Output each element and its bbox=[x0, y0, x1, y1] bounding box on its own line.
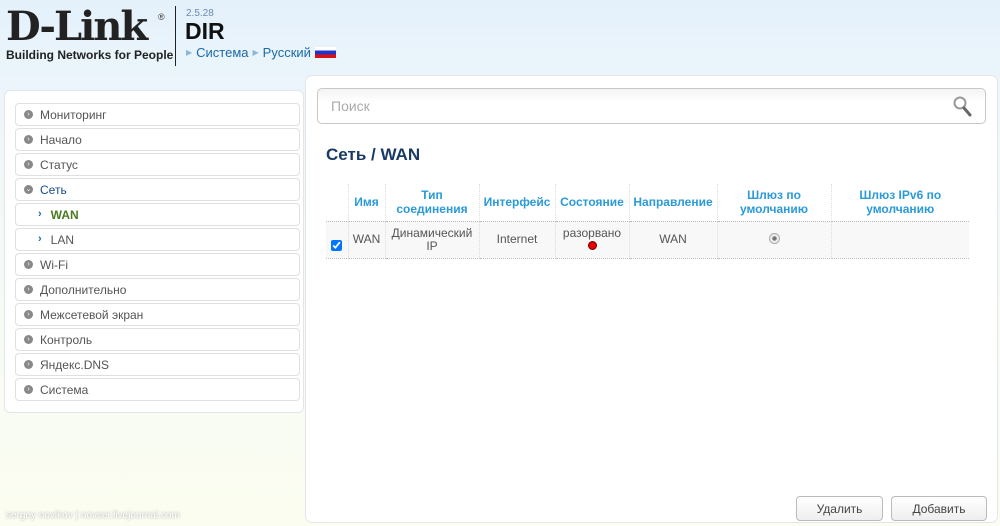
state-text: разорвано bbox=[562, 225, 622, 240]
logo-text: D-Link bbox=[6, 3, 148, 50]
logo-tagline: Building Networks for People bbox=[6, 48, 174, 62]
cell-interface: Internet bbox=[479, 221, 556, 259]
chevron-right-icon: › bbox=[24, 160, 33, 169]
cell-type: Динамический IP bbox=[385, 221, 480, 259]
sidebar-item-7[interactable]: › Дополнительно bbox=[15, 278, 300, 301]
sidebar-item-4[interactable]: › WAN bbox=[15, 203, 300, 226]
col-interface: Интерфейс bbox=[479, 184, 556, 222]
delete-button[interactable]: Удалить bbox=[796, 496, 883, 521]
row-checkbox[interactable] bbox=[331, 239, 343, 251]
chevron-right-icon: › bbox=[38, 233, 42, 245]
col-name: Имя bbox=[348, 184, 386, 222]
sidebar-item-11[interactable]: › Система bbox=[15, 378, 300, 401]
dlink-logo: D-Link ® Building Networks for People bbox=[6, 3, 174, 63]
col-default-gw6: Шлюз IPv6 по умолчанию bbox=[831, 184, 969, 222]
watermark: sergey novikov | novser.livejournal.com bbox=[6, 510, 180, 521]
sidebar-item-label: Начало bbox=[40, 132, 82, 147]
sidebar-item-label: Wi-Fi bbox=[40, 257, 68, 272]
sidebar-item-label: Мониторинг bbox=[40, 107, 107, 122]
cell-direction: WAN bbox=[629, 221, 718, 259]
sidebar-item-0[interactable]: › Мониторинг bbox=[15, 103, 300, 126]
sidebar-item-label: Статус bbox=[40, 157, 78, 172]
row-select-cell bbox=[326, 221, 349, 259]
sidebar-item-8[interactable]: › Межсетевой экран bbox=[15, 303, 300, 326]
sidebar-item-3[interactable]: ⌄ Сеть bbox=[15, 178, 300, 201]
model-name: DIR bbox=[185, 18, 225, 44]
sidebar-item-label: Сеть bbox=[40, 182, 67, 197]
cell-default-gw6 bbox=[831, 221, 969, 259]
search-icon[interactable] bbox=[953, 96, 973, 118]
chevron-right-icon: › bbox=[24, 335, 33, 344]
header-links: ▶ Система ▶ Русский bbox=[186, 45, 336, 60]
sidebar-item-label: Система bbox=[40, 382, 89, 397]
status-dot-icon bbox=[587, 240, 597, 250]
registered-mark: ® bbox=[158, 12, 165, 22]
col-direction: Направление bbox=[629, 184, 718, 222]
header-divider bbox=[175, 6, 176, 66]
sidebar-item-6[interactable]: › Wi-Fi bbox=[15, 253, 300, 276]
sidebar-item-label: Контроль bbox=[40, 332, 93, 347]
add-button[interactable]: Добавить bbox=[891, 496, 987, 521]
wan-table: Имя Тип соединения Интерфейс Состояние Н… bbox=[326, 184, 969, 259]
chevron-right-icon: › bbox=[24, 360, 33, 369]
language-link[interactable]: Русский bbox=[263, 45, 311, 60]
sidebar-item-label: WAN bbox=[50, 207, 79, 222]
col-default-gw: Шлюз по умолчанию bbox=[717, 184, 832, 222]
cell-name: WAN bbox=[348, 221, 386, 259]
sidebar-item-1[interactable]: › Начало bbox=[15, 128, 300, 151]
sidebar-item-label: Дополнительно bbox=[40, 282, 127, 297]
sidebar-item-label: Яндекс.DNS bbox=[40, 357, 110, 372]
cell-default-gw bbox=[717, 221, 832, 259]
search-box bbox=[317, 88, 986, 124]
triangle-icon: ▶ bbox=[186, 48, 193, 57]
sidebar-item-9[interactable]: › Контроль bbox=[15, 328, 300, 351]
sidebar-item-label: LAN bbox=[50, 232, 75, 247]
search-input[interactable] bbox=[331, 98, 931, 114]
sidebar-item-5[interactable]: › LAN bbox=[15, 228, 300, 251]
sidebar-item-2[interactable]: › Статус bbox=[15, 153, 300, 176]
sidebar-item-label: Межсетевой экран bbox=[40, 307, 144, 322]
table-header: Имя Тип соединения Интерфейс Состояние Н… bbox=[326, 184, 969, 222]
triangle-icon: ▶ bbox=[252, 48, 259, 57]
chevron-right-icon: › bbox=[24, 110, 33, 119]
sidebar-item-10[interactable]: › Яндекс.DNS bbox=[15, 353, 300, 376]
chevron-right-icon: › bbox=[24, 285, 33, 294]
chevron-right-icon: › bbox=[24, 310, 33, 319]
table-row[interactable]: WAN Динамический IP Internet разорвано W… bbox=[326, 221, 969, 259]
col-state: Состояние bbox=[555, 184, 630, 222]
cell-state: разорвано bbox=[555, 221, 630, 259]
main-panel: Сеть / WAN Имя Тип соединения Интерфейс … bbox=[305, 75, 998, 523]
chevron-right-icon: › bbox=[24, 135, 33, 144]
default-gateway-radio[interactable] bbox=[768, 232, 780, 244]
system-link[interactable]: Система bbox=[196, 45, 248, 60]
chevron-right-icon: › bbox=[38, 208, 42, 220]
col-type: Тип соединения bbox=[385, 184, 480, 222]
select-column-header bbox=[326, 184, 349, 222]
sidebar: › Мониторинг › Начало › Статус ⌄ Сеть › WAN › LAN › W… bbox=[4, 90, 304, 413]
page-title: Сеть / WAN bbox=[326, 145, 421, 164]
chevron-right-icon: › bbox=[24, 260, 33, 269]
chevron-right-icon: › bbox=[24, 385, 33, 394]
russian-flag-icon[interactable] bbox=[314, 47, 336, 58]
chevron-down-icon: ⌄ bbox=[24, 185, 33, 194]
